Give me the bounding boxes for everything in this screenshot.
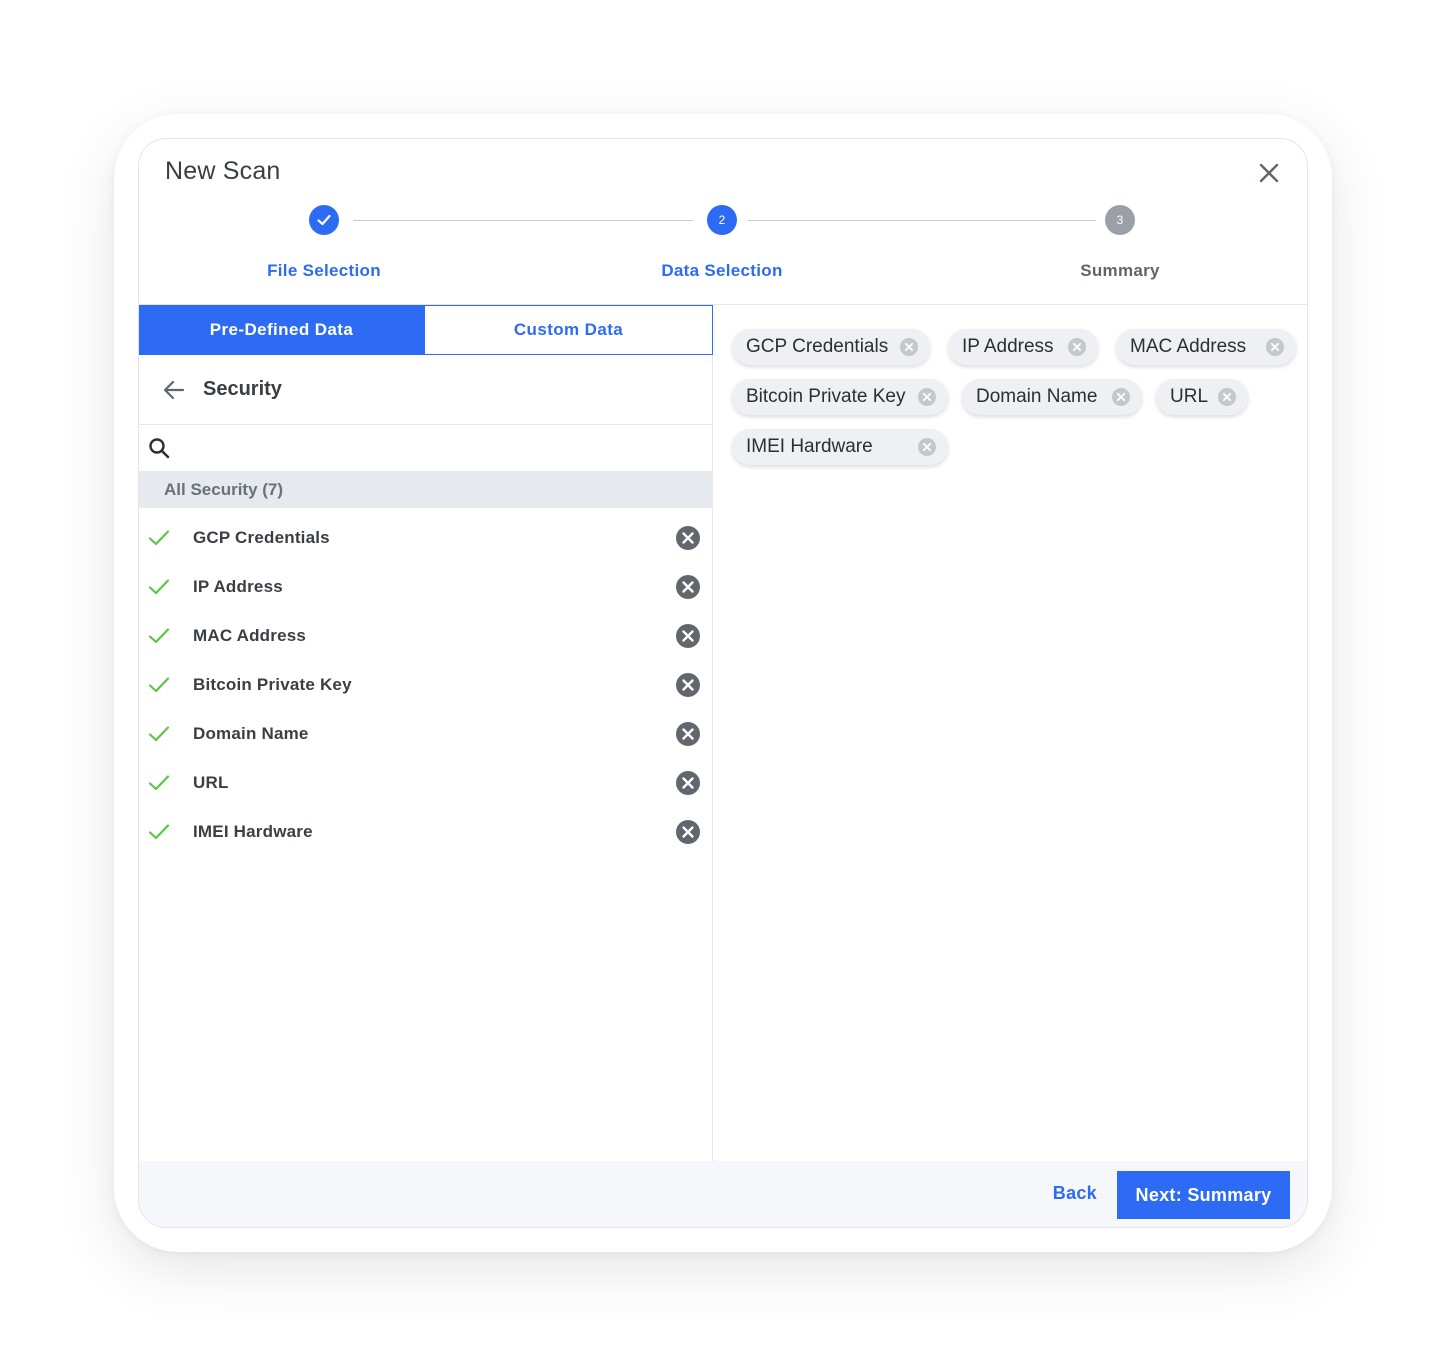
list-item[interactable]: MAC Address [139, 611, 713, 660]
check-icon [148, 578, 170, 594]
step-2-label[interactable]: Data Selection [602, 261, 842, 281]
step-3-indicator[interactable]: 3 [1105, 205, 1135, 235]
tab-custom-data[interactable]: Custom Data [424, 305, 713, 355]
data-picker-panel: Pre-Defined Data Custom Data Security Al… [139, 305, 713, 1161]
selected-chip[interactable]: IMEI Hardware [732, 429, 948, 465]
check-icon [148, 529, 170, 545]
selected-chip[interactable]: IP Address [948, 329, 1098, 365]
remove-circle-icon [676, 623, 700, 648]
group-header[interactable]: All Security (7) [139, 471, 713, 508]
close-button[interactable] [1255, 159, 1283, 187]
list-item[interactable]: Domain Name [139, 709, 713, 758]
remove-item-button[interactable] [675, 525, 701, 551]
remove-circle-icon [918, 438, 936, 456]
step-2-indicator[interactable]: 2 [707, 205, 737, 235]
step-1-indicator[interactable] [309, 205, 339, 235]
category-header: Security [139, 355, 713, 425]
selected-chip[interactable]: GCP Credentials [732, 329, 930, 365]
remove-circle-icon [1266, 338, 1284, 356]
chip-remove-button[interactable] [1111, 387, 1131, 407]
category-title: Security [203, 378, 282, 400]
stepper-connector-1 [353, 220, 693, 221]
data-tabs: Pre-Defined Data Custom Data [139, 305, 713, 355]
tab-predefined-data[interactable]: Pre-Defined Data [139, 305, 424, 355]
step-1-label[interactable]: File Selection [204, 261, 444, 281]
remove-circle-icon [1068, 338, 1086, 356]
remove-circle-icon [676, 721, 700, 746]
modal-title: New Scan [165, 157, 281, 185]
next-summary-button[interactable]: Next: Summary [1117, 1171, 1290, 1219]
remove-circle-icon [676, 574, 700, 599]
check-icon [148, 676, 170, 692]
remove-item-button[interactable] [675, 574, 701, 600]
remove-circle-icon [676, 672, 700, 697]
remove-circle-icon [676, 819, 700, 844]
step-3-label[interactable]: Summary [1000, 261, 1240, 281]
chip-label: URL [1170, 386, 1209, 407]
remove-circle-icon [918, 388, 936, 406]
selected-chip[interactable]: URL [1156, 379, 1248, 415]
selected-chip[interactable]: MAC Address [1116, 329, 1296, 365]
check-icon [148, 725, 170, 741]
chip-remove-button[interactable] [1265, 337, 1285, 357]
chip-remove-button[interactable] [917, 387, 937, 407]
list-item[interactable]: IP Address [139, 562, 713, 611]
selected-chip[interactable]: Bitcoin Private Key [732, 379, 948, 415]
chip-label: IP Address [962, 336, 1054, 357]
arrow-left-icon[interactable] [161, 377, 187, 403]
list-item-label: GCP Credentials [193, 527, 330, 547]
list-item-label: IP Address [193, 576, 283, 596]
chip-label: GCP Credentials [746, 336, 889, 357]
chip-label: Domain Name [976, 386, 1098, 407]
item-list: GCP Credentials IP Address MAC Address B… [139, 513, 713, 856]
search-input[interactable] [179, 428, 713, 468]
remove-circle-icon [676, 525, 700, 550]
list-item[interactable]: GCP Credentials [139, 513, 713, 562]
list-item[interactable]: IMEI Hardware [139, 807, 713, 856]
remove-item-button[interactable] [675, 623, 701, 649]
back-button[interactable]: Back [1053, 1183, 1097, 1204]
list-item[interactable]: URL [139, 758, 713, 807]
selected-chip[interactable]: Domain Name [962, 379, 1142, 415]
list-item-label: Domain Name [193, 723, 309, 743]
list-item-label: Bitcoin Private Key [193, 674, 352, 694]
remove-circle-icon [1112, 388, 1130, 406]
chip-remove-button[interactable] [1067, 337, 1087, 357]
remove-circle-icon [900, 338, 918, 356]
remove-item-button[interactable] [675, 721, 701, 747]
stepper-connector-2 [748, 220, 1096, 221]
chip-remove-button[interactable] [899, 337, 919, 357]
list-item[interactable]: Bitcoin Private Key [139, 660, 713, 709]
remove-item-button[interactable] [675, 819, 701, 845]
new-scan-modal: New Scan 2 3 File Selection Data Selecti… [138, 138, 1308, 1228]
check-icon [317, 214, 331, 226]
chip-remove-button[interactable] [917, 437, 937, 457]
check-icon [148, 627, 170, 643]
check-icon [148, 823, 170, 839]
list-item-label: MAC Address [193, 625, 307, 645]
chip-label: MAC Address [1130, 336, 1247, 357]
search-bar [139, 425, 713, 471]
chip-remove-button[interactable] [1217, 387, 1237, 407]
search-icon [149, 438, 170, 459]
remove-circle-icon [1218, 388, 1236, 406]
list-item-label: IMEI Hardware [193, 821, 313, 841]
chip-label: IMEI Hardware [746, 436, 873, 457]
remove-item-button[interactable] [675, 770, 701, 796]
modal-footer: Back Next: Summary [139, 1161, 1307, 1227]
list-item-label: URL [193, 772, 229, 792]
close-icon [1259, 163, 1279, 183]
remove-circle-icon [676, 770, 700, 795]
remove-item-button[interactable] [675, 672, 701, 698]
chip-label: Bitcoin Private Key [746, 386, 906, 407]
check-icon [148, 774, 170, 790]
